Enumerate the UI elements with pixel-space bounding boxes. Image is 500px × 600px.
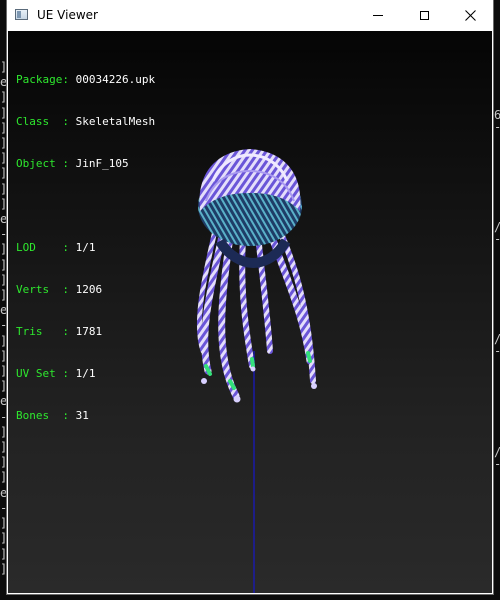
bones-value: 31 [75,409,89,422]
verts-label: Verts : [16,283,76,296]
tentacle-ends [201,366,317,403]
mesh-info-panel: Package: 00034226.upk Class : SkeletalMe… [16,45,155,451]
package-value: 00034226.upk [75,73,156,86]
window-title: UE Viewer [37,8,98,22]
ue-viewer-window: UE Viewer Package: 00034226.upk Class: … [7,0,493,594]
console-glyph: - [494,344,500,358]
ue-viewer-window-icon[interactable] [15,9,28,20]
maximize-icon [419,11,429,20]
class-label: Class : [16,115,76,128]
lod-label: LOD : [16,241,76,254]
tris-label: Tris : [16,325,76,338]
console-glyph: - [494,120,500,134]
tentacles [196,223,316,400]
class-value: SkeletalMesh [75,115,156,128]
minimize-icon [373,15,383,16]
minimize-button[interactable] [355,0,401,31]
lod-value: 1/1 [75,241,96,254]
title-bar[interactable]: UE Viewer [7,0,493,31]
uvset-label: UV Set : [16,367,76,380]
console-glyph: - [494,232,500,246]
tris-value: 1781 [75,325,103,338]
console-glyph: - [494,457,500,471]
uvset-value: 1/1 [75,367,96,380]
console-right-edge-text: 6-/-/-/- [494,100,500,540]
bones-label: Bones : [16,409,76,422]
close-icon [464,10,476,21]
object-value: JinF_105 [75,157,129,170]
package-label: Package: [16,73,76,86]
3d-viewport[interactable]: Package: 00034226.upk Class : SkeletalMe… [8,31,492,593]
maximize-button[interactable] [401,0,447,31]
object-label: Object : [16,157,76,170]
close-button[interactable] [447,0,493,31]
verts-value: 1206 [75,283,103,296]
